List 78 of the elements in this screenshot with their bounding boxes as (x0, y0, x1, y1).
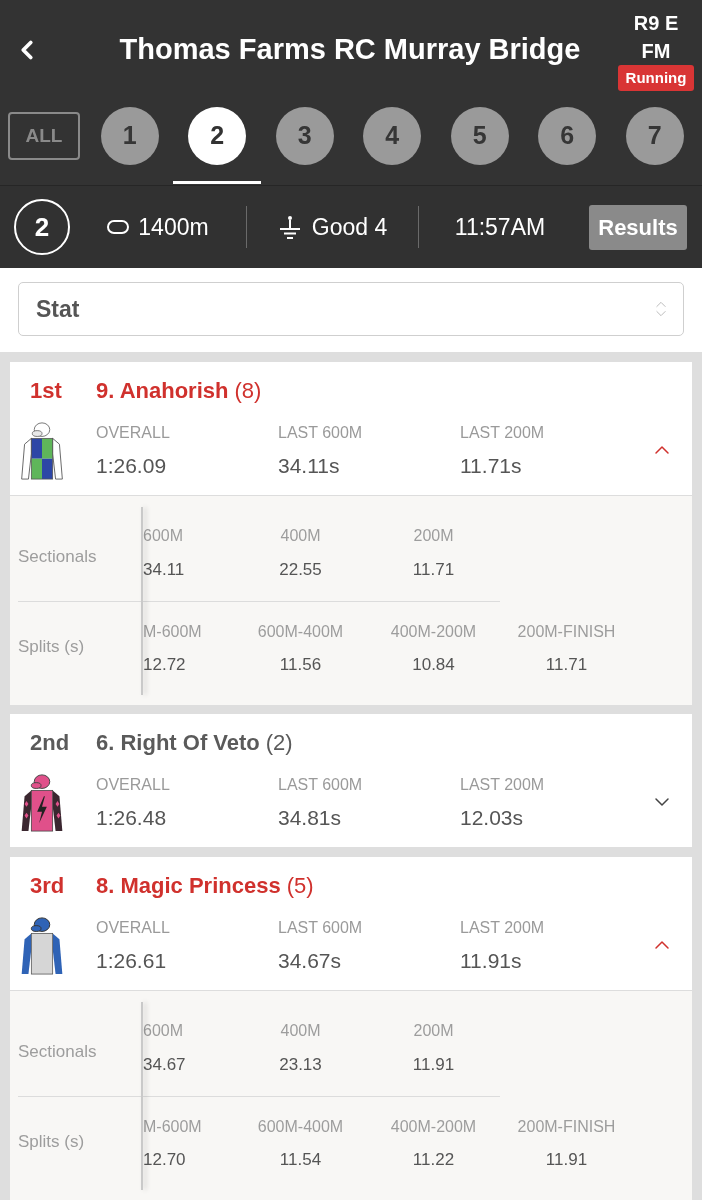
runner-name: 9. Anahorish (96, 376, 229, 405)
split-header: 400M-200M (390, 622, 477, 642)
barrier-number: (2) (265, 728, 293, 757)
stat-label: LAST 200M (460, 918, 546, 938)
stat-type-select[interactable]: Stat (18, 282, 684, 336)
row-label: Sectionals (18, 1041, 97, 1064)
sectional-header: 400M (280, 526, 321, 546)
stat-label: OVERALL (96, 775, 171, 795)
race-number-tab[interactable]: 1 (100, 107, 159, 165)
sectional-header: 200M (413, 526, 454, 546)
split-header: 600M-400M (257, 1117, 344, 1137)
ground-condition-icon (277, 215, 302, 239)
race-time: 11:57AM (454, 212, 546, 242)
race-number-tab[interactable]: 2 (188, 107, 247, 165)
stat-value: 34.11s (278, 455, 341, 477)
race-number-tab[interactable]: 7 (625, 107, 684, 165)
split-value: 11.71 (545, 654, 588, 676)
stat-value: 34.67s (278, 950, 343, 972)
sectional-header: 400M (280, 1021, 321, 1041)
sectional-value: 11.91 (412, 1054, 455, 1076)
stat-label: LAST 600M (278, 423, 364, 443)
track-condition: Good 4 (311, 212, 388, 242)
row-label: Splits (s) (18, 1131, 85, 1154)
split-value: 11.54 (279, 1149, 322, 1171)
sectional-header: 600M (143, 1021, 184, 1041)
results-button[interactable]: Results (589, 204, 687, 250)
stat-value: 11.91s (460, 950, 523, 972)
stat-value: 1:26.09 (96, 455, 168, 477)
row-label: Sectionals (18, 546, 97, 569)
split-value: 11.56 (279, 654, 322, 676)
finish-place: 1st (29, 376, 63, 405)
stat-label: LAST 600M (278, 918, 364, 938)
sectional-value: 22.55 (279, 559, 322, 581)
race-distance: 1400m (138, 212, 209, 242)
race-number-tab[interactable]: 6 (538, 107, 597, 165)
stat-label: LAST 600M (278, 775, 364, 795)
race-number-badge: 2 (14, 199, 70, 255)
sectional-value: 11.71 (412, 559, 455, 581)
stat-label: LAST 200M (460, 423, 546, 443)
split-value: 11.22 (412, 1149, 455, 1171)
split-header: M-600M (143, 622, 202, 642)
stat-value: 1:26.48 (96, 807, 168, 829)
race-number-tab[interactable]: 5 (450, 107, 509, 165)
sectional-value: 34.11 (143, 559, 185, 581)
split-header: M-600M (143, 1117, 202, 1137)
finish-place: 2nd (29, 728, 71, 757)
split-header: 200M-FINISH (517, 1117, 616, 1137)
sectional-header: 600M (143, 526, 184, 546)
sectional-value: 23.13 (279, 1054, 322, 1076)
sectional-header: 200M (413, 1021, 454, 1041)
stat-label: LAST 200M (460, 775, 546, 795)
split-header: 600M-400M (257, 622, 344, 642)
all-races-tab[interactable]: ALL (8, 112, 80, 160)
stat-value: 1:26.61 (96, 950, 168, 972)
race-status-badge: Running (617, 65, 695, 91)
barrier-number: (8) (234, 376, 262, 405)
race-number-tab[interactable]: 3 (275, 107, 334, 165)
split-header: 200M-FINISH (517, 622, 616, 642)
stat-label: OVERALL (96, 423, 171, 443)
race-code-text: R9 E (633, 11, 679, 36)
race-code-text: FM (641, 39, 671, 64)
stat-value: 12.03s (460, 807, 525, 829)
split-value: 10.84 (412, 654, 455, 676)
split-value: 11.91 (545, 1149, 588, 1171)
runner-name: 6. Right Of Veto (96, 728, 260, 757)
stat-label: OVERALL (96, 918, 171, 938)
split-header: 400M-200M (390, 1117, 477, 1137)
race-number-tab[interactable]: 4 (363, 107, 422, 165)
split-value: 12.72 (143, 654, 186, 676)
row-label: Splits (s) (18, 636, 85, 659)
stat-value: 34.81s (278, 807, 343, 829)
barrier-number: (5) (286, 871, 314, 900)
runner-name: 8. Magic Princess (96, 871, 281, 900)
split-value: 12.70 (143, 1149, 186, 1171)
venue-title: Thomas Farms RC Murray Bridge (119, 32, 581, 68)
finish-place: 3rd (29, 871, 66, 900)
stat-value: 11.71s (460, 455, 523, 477)
sectional-value: 34.67 (143, 1054, 186, 1076)
